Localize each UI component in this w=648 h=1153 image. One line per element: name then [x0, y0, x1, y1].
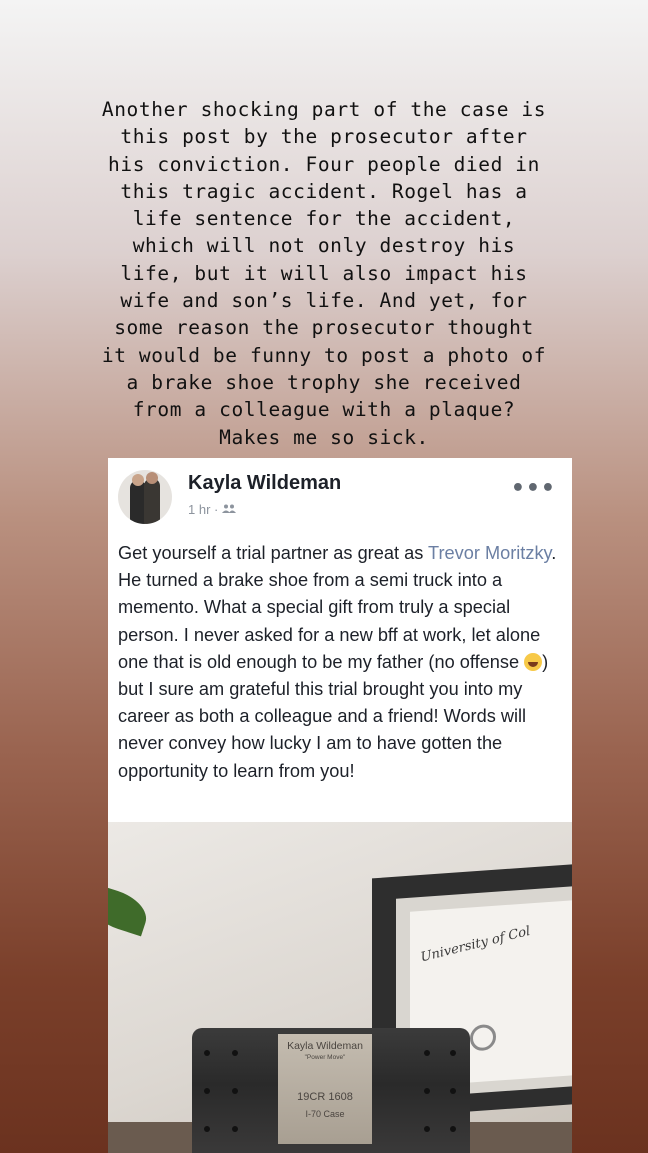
diploma-seal [470, 1023, 496, 1052]
story-caption: Another shocking part of the case is thi… [101, 98, 547, 449]
tagged-person-link[interactable]: Trevor Moritzky [428, 543, 551, 563]
plaque-case-number: 19CR 1608 [297, 1091, 353, 1103]
post-photo[interactable]: University of Col Kayla Wildeman "Power … [108, 822, 572, 1153]
friends-icon [221, 502, 236, 517]
post-text: Get yourself a trial partner as great as… [118, 540, 564, 785]
plaque-name: Kayla Wildeman [287, 1040, 363, 1052]
trophy-plaque: Kayla Wildeman "Power Move" 19CR 1608 I-… [278, 1034, 372, 1144]
post-time: 1 hr · [188, 502, 222, 517]
grinning-squinting-face-emoji [524, 652, 543, 671]
plant-leaf [108, 883, 153, 937]
facebook-post-card: Kayla Wildeman 1 hr · ••• Get yourself a… [108, 458, 572, 1153]
plaque-subtitle: "Power Move" [304, 1054, 346, 1061]
avatar[interactable] [118, 470, 172, 524]
plaque-route: I-70 Case [305, 1109, 345, 1119]
diploma-text: University of Col [419, 923, 532, 966]
more-options-icon[interactable]: ••• [511, 476, 556, 501]
post-meta: 1 hr · [188, 502, 236, 517]
post-text-part: Get yourself a trial partner as great as [118, 543, 429, 563]
post-author-name[interactable]: Kayla Wildeman [188, 472, 341, 495]
